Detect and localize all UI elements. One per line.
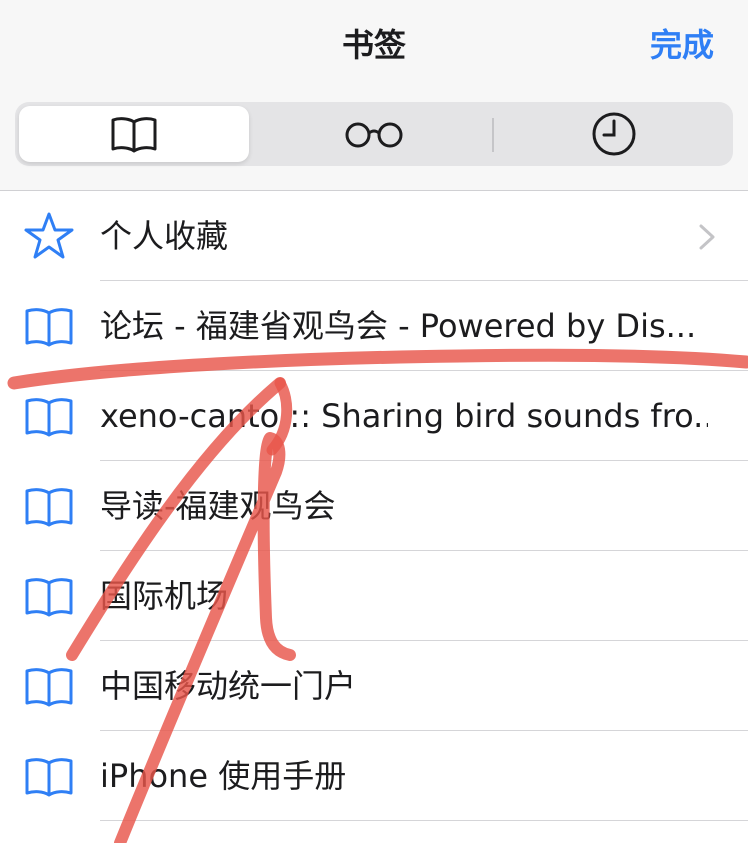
book-icon	[25, 308, 73, 347]
list-item[interactable]: 国际机场	[0, 551, 748, 641]
done-button[interactable]: 完成	[650, 22, 714, 68]
navigation-header: 书签 完成	[0, 0, 748, 191]
list-item[interactable]: iPhone 使用手册	[0, 731, 748, 821]
segment-divider	[492, 118, 494, 152]
list-item[interactable]: xeno-canto :: Sharing bird sounds fro...	[0, 371, 748, 461]
reading-list-glasses-icon	[345, 122, 403, 148]
tab-reading-list[interactable]	[259, 106, 489, 162]
star-icon	[24, 212, 74, 259]
list-item-label: 中国移动统一门户	[100, 667, 357, 705]
list-item[interactable]: 中国移动统一门户	[0, 641, 748, 731]
book-icon	[111, 117, 157, 153]
list-item[interactable]: 论坛 - 福建省观鸟会 - Powered by Dis...	[0, 281, 748, 371]
list-item-label: 论坛 - 福建省观鸟会 - Powered by Dis...	[100, 307, 697, 345]
row-separator	[100, 820, 748, 821]
book-icon	[25, 488, 73, 527]
list-item-label: xeno-canto :: Sharing bird sounds fro...	[100, 397, 708, 435]
book-icon	[25, 668, 73, 707]
chevron-right-icon	[699, 224, 715, 250]
tab-bookmarks[interactable]	[19, 106, 249, 162]
page-title: 书签	[341, 26, 406, 64]
book-icon	[25, 398, 73, 437]
book-icon	[25, 578, 73, 617]
book-icon	[25, 758, 73, 797]
list-item-label: 国际机场	[100, 577, 229, 615]
history-clock-icon	[592, 112, 636, 156]
list-item-favorites[interactable]: 个人收藏	[0, 191, 748, 281]
list-item[interactable]: 导读-福建观鸟会	[0, 461, 748, 551]
list-item-label: 导读-福建观鸟会	[100, 487, 336, 525]
list-item-label: iPhone 使用手册	[100, 757, 347, 795]
bookmarks-segmented-control	[15, 102, 733, 166]
bookmarks-list: 个人收藏 论坛 - 福建省观鸟会 - Powered by Dis... xen…	[0, 191, 748, 821]
list-item-label: 个人收藏	[100, 217, 229, 255]
tab-history[interactable]	[499, 106, 729, 162]
